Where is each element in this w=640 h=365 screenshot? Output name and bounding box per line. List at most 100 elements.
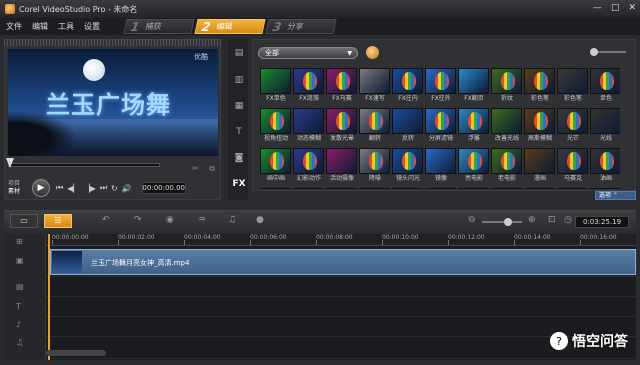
video-track-icon[interactable]: ▣ <box>16 256 24 265</box>
filter-thumbnail[interactable]: 光芒 <box>557 108 589 146</box>
fit-project-icon[interactable]: ⊡ <box>548 215 556 225</box>
music-track[interactable] <box>46 337 636 359</box>
title-track[interactable] <box>46 297 636 317</box>
volume-icon[interactable]: 🔊 <box>122 184 132 193</box>
library-category-dropdown[interactable]: 全部 ▼ <box>258 47 358 59</box>
filter-thumbnail[interactable]: 降噪 <box>359 148 391 186</box>
zoom-in-icon[interactable]: ⊕ <box>528 215 536 225</box>
chapter-icon[interactable]: ● <box>256 215 264 225</box>
thumbnail-size-slider[interactable] <box>590 48 626 56</box>
filter-thumbnail[interactable] <box>425 188 457 189</box>
video-clip[interactable]: 兰玉广场舞月亮女神_高清.mp4 <box>50 249 636 275</box>
end-icon[interactable]: ⏭ <box>100 183 107 193</box>
camera-icon[interactable]: ◙ <box>232 153 246 165</box>
audio-mixer-icon[interactable]: ♒ <box>198 215 206 225</box>
fx-icon[interactable]: FX <box>232 179 246 191</box>
filter-thumbnail[interactable]: 彩色笔 <box>524 68 556 106</box>
track-manager-icon[interactable]: ⊞ <box>16 237 23 246</box>
repeat-icon[interactable]: ↻ <box>111 184 118 193</box>
scissors-icon[interactable]: ✂ <box>192 164 199 173</box>
maximize-button[interactable]: □ <box>611 3 620 13</box>
filter-thumbnail[interactable]: FX速写 <box>359 68 391 106</box>
voice-track[interactable] <box>46 317 636 337</box>
filter-thumbnail[interactable]: FX马赛 <box>326 68 358 106</box>
filter-thumbnail[interactable]: 漫画 <box>524 148 556 186</box>
scrub-knob[interactable] <box>6 158 14 168</box>
overlay-track-icon[interactable]: ▤ <box>16 282 24 291</box>
filter-thumbnail[interactable] <box>557 188 589 189</box>
zoom-out-icon[interactable]: ⊖ <box>468 215 476 225</box>
step-capture[interactable]: 1 捕获 <box>123 19 195 34</box>
slider-knob[interactable] <box>590 48 598 56</box>
filter-thumbnail[interactable]: 活动摄像 <box>326 148 358 186</box>
filter-thumbnail[interactable]: 单色 <box>590 68 620 106</box>
library-manager-button[interactable] <box>366 46 379 59</box>
filter-thumbnail[interactable]: 翻转 <box>359 108 391 146</box>
filter-thumbnail[interactable]: 马赛克 <box>557 148 589 186</box>
previous-frame-icon[interactable]: ◀▏ <box>67 184 79 193</box>
filter-thumbnail[interactable]: 镜像 <box>425 148 457 186</box>
filter-thumbnail[interactable] <box>293 188 325 189</box>
timeline-view-button[interactable]: ☰ <box>44 214 72 228</box>
timeline-ruler[interactable]: 00:00:00:00 00:00:02:00 00:00:04:00 00:00:0… <box>46 234 636 246</box>
filter-thumbnail[interactable]: FX翻页 <box>458 68 490 106</box>
playhead[interactable] <box>48 234 50 360</box>
filter-thumbnail[interactable]: FX单色 <box>260 68 292 106</box>
menu-file[interactable]: 文件 <box>6 21 22 32</box>
next-frame-icon[interactable]: ▕▶ <box>84 184 96 193</box>
timeline-scrollbar[interactable] <box>46 350 106 356</box>
transition-icon[interactable]: ▥ <box>232 75 246 87</box>
zoom-slider[interactable] <box>482 218 522 226</box>
filter-thumbnail[interactable] <box>458 188 490 189</box>
home-icon[interactable]: ⏮ <box>56 183 63 193</box>
filter-thumbnail[interactable]: 幻影动作 <box>293 148 325 186</box>
options-button[interactable]: 选项 ⌃ <box>595 191 636 200</box>
filter-thumbnail[interactable] <box>359 188 391 189</box>
resize-icon[interactable]: ⧉ <box>209 164 215 173</box>
menu-tools[interactable]: 工具 <box>58 21 74 32</box>
mode-clip[interactable]: 素材 <box>8 188 32 196</box>
filter-thumbnail[interactable]: 视角扭动 <box>260 108 292 146</box>
filter-thumbnail[interactable] <box>524 188 556 189</box>
preview-timecode[interactable]: 00:00:00.00 <box>141 182 186 194</box>
mode-project[interactable]: 项目 <box>8 180 32 188</box>
filter-thumbnail[interactable]: 镜头闪光 <box>392 148 424 186</box>
storyboard-view-button[interactable]: ▭ <box>10 214 38 228</box>
graphics-icon[interactable]: ▦ <box>232 101 246 113</box>
auto-music-icon[interactable]: ♫ <box>228 215 236 225</box>
title-track-icon[interactable]: T <box>16 302 21 311</box>
close-button[interactable]: ✕ <box>628 3 636 13</box>
step-edit[interactable]: 2 编辑 <box>194 19 266 34</box>
filter-thumbnail[interactable]: 彩色笔 <box>557 68 589 106</box>
preview-scrubber[interactable] <box>6 158 160 168</box>
filter-thumbnail[interactable]: 浮雕 <box>458 108 490 146</box>
filter-thumbnail[interactable]: 光线 <box>590 108 620 146</box>
filter-thumbnail[interactable]: 反转 <box>392 108 424 146</box>
filter-thumbnail[interactable]: 画中画 <box>260 148 292 186</box>
media-icon[interactable]: ▤ <box>232 48 246 60</box>
filter-thumbnail[interactable]: 油画 <box>590 148 620 186</box>
overlay-track[interactable] <box>46 277 636 297</box>
filter-thumbnail[interactable] <box>590 188 620 189</box>
minimize-button[interactable]: — <box>593 3 602 13</box>
filter-thumbnail[interactable]: 动态模糊 <box>293 108 325 146</box>
filter-thumbnail[interactable]: 高斯模糊 <box>524 108 556 146</box>
filter-thumbnail[interactable]: 折纹 <box>491 68 523 106</box>
filter-thumbnail[interactable]: 老电影 <box>491 148 523 186</box>
filter-thumbnail[interactable] <box>392 188 424 189</box>
undo-icon[interactable]: ↶ <box>102 215 110 225</box>
filter-thumbnail[interactable]: 分屏滤镜 <box>425 108 457 146</box>
filter-thumbnail[interactable]: 改善光线 <box>491 108 523 146</box>
filter-thumbnail[interactable]: FX往外 <box>425 68 457 106</box>
redo-icon[interactable]: ↷ <box>134 215 142 225</box>
filter-thumbnail[interactable] <box>491 188 523 189</box>
voice-track-icon[interactable]: ♪ <box>16 320 21 329</box>
filter-thumbnail[interactable]: 发散光晕 <box>326 108 358 146</box>
filter-thumbnail[interactable]: FX往内 <box>392 68 424 106</box>
zoom-knob[interactable] <box>504 218 512 226</box>
music-track-icon[interactable]: ♫ <box>16 338 23 347</box>
filter-thumbnail[interactable] <box>260 188 292 189</box>
step-share[interactable]: 3 分享 <box>265 19 337 34</box>
record-icon[interactable]: ◉ <box>166 215 174 225</box>
title-icon[interactable]: T <box>232 127 246 139</box>
